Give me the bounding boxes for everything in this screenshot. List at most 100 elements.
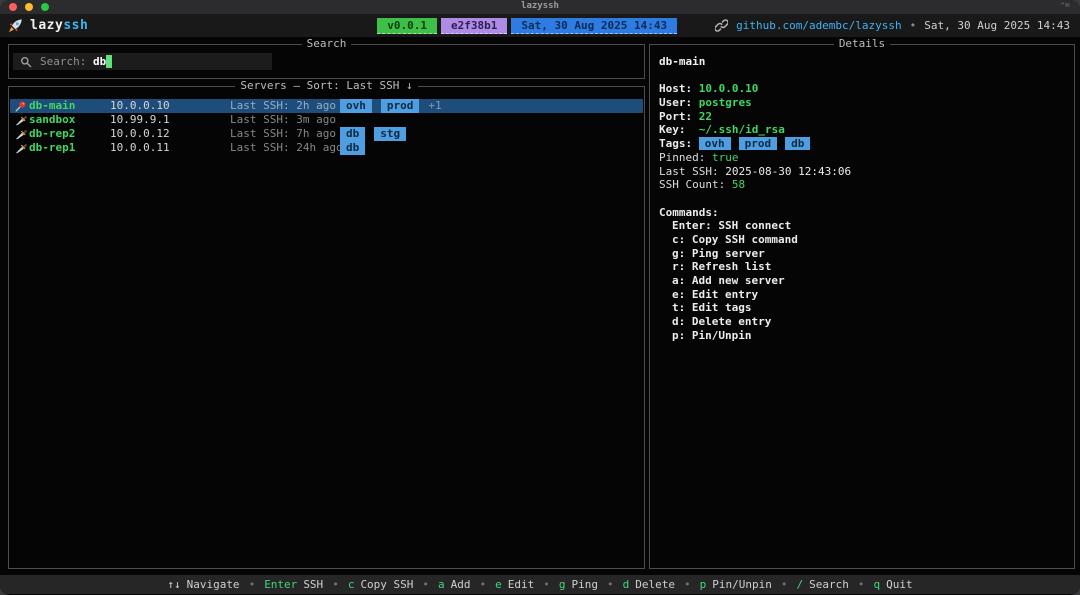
shortcut-label: Search: [809, 578, 849, 591]
separator-dot: •: [332, 578, 339, 591]
server-last-ssh: Last SSH: 24h ago: [230, 141, 343, 154]
shortcut-label: Copy SSH: [360, 578, 414, 591]
shortcut-label: Quit: [886, 578, 913, 591]
shortcut-key: d: [622, 578, 630, 591]
window-title: lazyssh: [521, 1, 559, 11]
commands-title: Commands:: [659, 205, 719, 219]
dagger-icon: [15, 128, 27, 140]
details-tags: Tags: ovh prod db: [659, 137, 1070, 151]
text-cursor: [106, 55, 113, 68]
tag-badge: db: [340, 127, 366, 141]
server-last-ssh: Last SSH: 7h ago: [230, 127, 336, 140]
shortcut-label: Add: [450, 578, 471, 591]
server-ip: 10.0.0.12: [110, 127, 170, 140]
separator-dot: •: [543, 578, 550, 591]
status-bar: ↑↓ Navigate • Enter SSH • c Copy SSH • a Add…: [0, 575, 1080, 594]
shortcut-label: Delete: [635, 578, 676, 591]
shortcut-key: a: [438, 578, 445, 591]
github-repo-link[interactable]: github.com/adembc/lazyssh: [736, 19, 902, 32]
separator-dot: •: [479, 578, 487, 591]
shortcut-key: g: [558, 578, 566, 591]
search-icon: [20, 56, 32, 68]
details-pinned: Pinned: true: [659, 150, 739, 164]
tag-badge: stg: [374, 127, 407, 141]
command-hint: t: Edit tags: [672, 301, 752, 315]
separator-dot: •: [857, 578, 865, 591]
search-panel: Search Search: db: [8, 37, 645, 79]
command-hint: d: Delete entry: [672, 315, 772, 329]
details-key: Key: ~/.ssh/id_rsa: [659, 123, 785, 137]
server-ip: 10.0.0.11: [110, 141, 170, 154]
dagger-icon: [15, 142, 27, 154]
date-badge: Sat, 30 Aug 2025 14:43: [511, 17, 678, 34]
terminal-window: lazyssh ⌃⌘ lazyssh v0.0.1 e2f38b1 Sat, 3…: [0, 0, 1080, 595]
tag-badge: ovh: [340, 99, 372, 113]
server-tags: ovh prod +1: [340, 99, 442, 113]
command-hint: Enter: SSH connect: [672, 219, 792, 233]
details-user: User: postgres: [659, 96, 752, 110]
tag-badge: prod: [738, 137, 778, 151]
server-row-db-rep1[interactable]: db-rep1 10.0.0.11 Last SSH: 24h ago db: [10, 141, 643, 155]
shortcut-key: /: [796, 578, 804, 591]
server-tags: db: [340, 141, 374, 155]
window-shortcut-hint: ⌃⌘: [1060, 1, 1070, 10]
details-server-name: db-main: [659, 55, 706, 68]
search-input[interactable]: Search: db: [13, 53, 272, 70]
details-ssh-count: SSH Count: 58: [659, 178, 746, 192]
shortcut-key: c: [347, 578, 355, 591]
command-hint: r: Refresh list: [672, 260, 772, 274]
server-row-sandbox[interactable]: sandbox 10.99.9.1 Last SSH: 3m ago: [10, 113, 643, 127]
dagger-icon: [15, 114, 27, 126]
link-icon: [715, 19, 729, 32]
separator-dot: •: [684, 578, 691, 591]
details-panel: Details db-main Host: 10.0.0.10 User: po…: [649, 37, 1075, 569]
header-right: v0.0.1 e2f38b1 Sat, 30 Aug 2025 14:43 gi…: [373, 17, 1072, 34]
server-row-db-rep2[interactable]: db-rep2 10.0.0.12 Last SSH: 7h ago db st…: [10, 127, 643, 141]
commit-badge: e2f38b1: [441, 17, 508, 34]
server-name: db-rep2: [29, 127, 76, 140]
tag-badge: db: [785, 137, 811, 151]
command-hint: a: Add new server: [672, 274, 785, 287]
tag-overflow-count: +1: [428, 99, 442, 112]
server-name: db-main: [29, 99, 76, 112]
server-row-db-main[interactable]: db-main 10.0.0.10 Last SSH: 2h ago ovh p…: [10, 99, 643, 113]
server-list: db-main 10.0.0.10 Last SSH: 2h ago ovh p…: [10, 99, 643, 155]
details-port: Port: 22: [659, 109, 712, 123]
shortcut-key: ↑↓: [167, 578, 181, 591]
server-ip: 10.99.9.1: [110, 113, 170, 126]
command-hint: c: Copy SSH command: [672, 232, 798, 246]
servers-panel-title: Servers — Sort: Last SSH ↓: [9, 79, 644, 92]
command-hint: g: Ping server: [672, 246, 765, 260]
separator-dot: •: [909, 19, 917, 32]
shortcut-label: Pin/Unpin: [712, 578, 772, 591]
command-hint: p: Pin/Unpin: [672, 328, 752, 342]
separator-dot: •: [607, 578, 614, 591]
shortcut-key: Enter: [264, 578, 298, 591]
shortcut-label: Ping: [571, 578, 599, 591]
separator-dot: •: [248, 578, 256, 591]
command-hint: e: Edit entry: [672, 287, 759, 301]
search-query-text: db: [92, 55, 107, 68]
separator-dot: •: [780, 578, 788, 591]
servers-panel: Servers — Sort: Last SSH ↓ db-main 10.0.…: [8, 79, 645, 569]
server-name: sandbox: [29, 113, 76, 126]
details-panel-title: Details: [650, 37, 1074, 50]
titlebar: lazyssh ⌃⌘: [0, 0, 1080, 14]
app-header: lazyssh v0.0.1 e2f38b1 Sat, 30 Aug 2025 …: [0, 14, 1080, 37]
shortcut-key: q: [873, 578, 881, 591]
shortcut-label: Navigate: [186, 578, 240, 591]
details-content: db-main Host: 10.0.0.10 User: postgres P…: [659, 55, 1070, 342]
version-badge: v0.0.1: [377, 17, 438, 34]
tag-badge: prod: [380, 99, 420, 113]
pin-icon: [15, 100, 27, 112]
server-last-ssh: Last SSH: 2h ago: [230, 99, 336, 112]
server-last-ssh: Last SSH: 3m ago: [230, 113, 336, 126]
details-host: Host: 10.0.0.10: [659, 82, 759, 96]
tag-badge: ovh: [698, 137, 731, 151]
app-logo: lazyssh: [30, 18, 89, 33]
search-panel-title: Search: [9, 37, 644, 50]
server-ip: 10.0.0.10: [110, 99, 170, 112]
shortcut-label: Edit: [507, 578, 535, 591]
